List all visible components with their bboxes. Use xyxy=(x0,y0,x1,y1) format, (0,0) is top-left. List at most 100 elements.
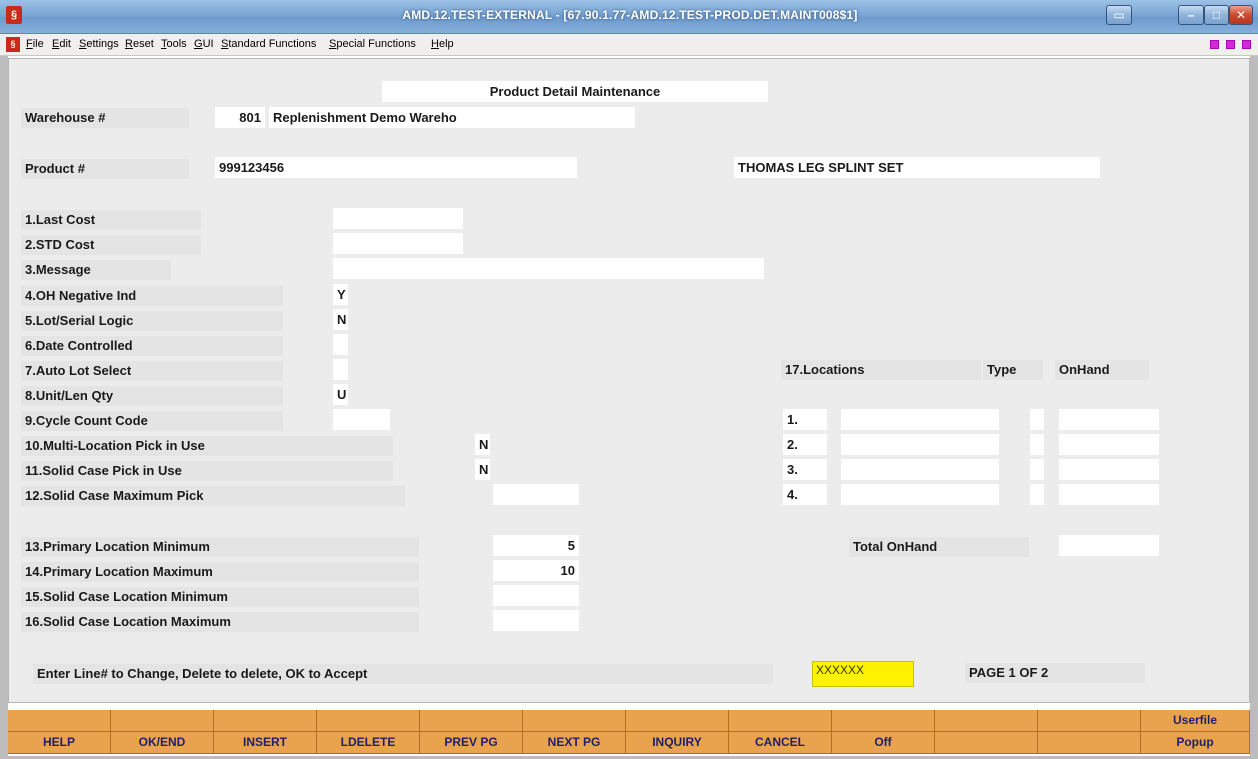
command-input[interactable]: XXXXXX xyxy=(812,661,914,687)
location-row-number: 1. xyxy=(783,409,827,430)
solid-case-max-pick-field[interactable] xyxy=(493,484,579,505)
field-label-primary-location-max: 14.Primary Location Maximum xyxy=(21,562,419,582)
help-button[interactable]: HELP xyxy=(8,732,111,754)
menu-logo-icon[interactable]: § xyxy=(6,37,20,52)
menu-file[interactable]: File xyxy=(26,38,44,50)
field-label-lot-serial-logic: 5.Lot/Serial Logic xyxy=(21,311,283,331)
cycle-count-code-field[interactable] xyxy=(333,409,390,430)
fkey-top-4[interactable] xyxy=(317,710,420,732)
menu-standard-functions[interactable]: Standard Functions xyxy=(221,38,316,50)
menu-bar: § File Edit Settings Reset Tools GUI Sta… xyxy=(0,34,1258,56)
field-label-oh-negative-ind: 4.OH Negative Ind xyxy=(21,286,283,306)
cancel-button[interactable]: CANCEL xyxy=(729,732,832,754)
insert-button[interactable]: INSERT xyxy=(214,732,317,754)
multi-location-pick-field[interactable]: N xyxy=(475,434,490,455)
primary-location-min-field[interactable]: 5 xyxy=(493,535,579,556)
field-label-cycle-count-code: 9.Cycle Count Code xyxy=(21,411,283,431)
locations-header: 17.Locations xyxy=(781,360,981,380)
field-label-date-controlled: 6.Date Controlled xyxy=(21,336,283,356)
field-label-std-cost: 2.STD Cost xyxy=(21,235,201,255)
window-title: AMD.12.TEST-EXTERNAL - [67.90.1.77-AMD.1… xyxy=(402,8,858,22)
menu-gui[interactable]: GUI xyxy=(194,38,214,50)
field-label-solid-case-location-max: 16.Solid Case Location Maximum xyxy=(21,612,419,632)
last-cost-field[interactable] xyxy=(333,208,463,229)
fkey-top-11[interactable] xyxy=(1038,710,1141,732)
location-type-field[interactable] xyxy=(1030,459,1044,480)
mdi-minimize-button[interactable] xyxy=(1210,40,1219,49)
field-label-solid-case-location-min: 15.Solid Case Location Minimum xyxy=(21,587,419,607)
oh-negative-ind-field[interactable]: Y xyxy=(333,284,348,305)
field-label-solid-case-pick: 11.Solid Case Pick in Use xyxy=(21,461,393,481)
window-frame-right xyxy=(1250,56,1258,759)
fkey-top-1[interactable] xyxy=(8,710,111,732)
fkey-top-3[interactable] xyxy=(214,710,317,732)
fkey-top-6[interactable] xyxy=(523,710,626,732)
window-frame-left xyxy=(0,56,8,759)
location-type-field[interactable] xyxy=(1030,434,1044,455)
popup-button[interactable]: Popup xyxy=(1141,732,1250,754)
product-label: Product # xyxy=(21,159,189,179)
lot-serial-logic-field[interactable]: N xyxy=(333,309,348,330)
off-button[interactable]: Off xyxy=(832,732,935,754)
location-field[interactable] xyxy=(841,484,999,505)
fkey-top-8[interactable] xyxy=(729,710,832,732)
warehouse-number-field[interactable]: 801 xyxy=(215,107,265,128)
fkey-top-5[interactable] xyxy=(420,710,523,732)
fkey-bottom-11[interactable] xyxy=(1038,732,1141,754)
field-label-auto-lot-select: 7.Auto Lot Select xyxy=(21,361,283,381)
userfile-button[interactable]: Userfile xyxy=(1141,710,1250,732)
menu-settings[interactable]: Settings xyxy=(79,38,119,50)
primary-location-max-field[interactable]: 10 xyxy=(493,560,579,581)
location-type-field[interactable] xyxy=(1030,409,1044,430)
location-field[interactable] xyxy=(841,434,999,455)
location-type-field[interactable] xyxy=(1030,484,1044,505)
close-button[interactable]: ✕ xyxy=(1229,5,1253,25)
fkey-top-9[interactable] xyxy=(832,710,935,732)
date-controlled-field[interactable] xyxy=(333,334,348,355)
unit-len-qty-field[interactable]: U xyxy=(333,384,348,405)
app-logo-icon[interactable]: § xyxy=(6,6,22,24)
ok-end-button[interactable]: OK/END xyxy=(111,732,214,754)
minimize-button[interactable]: – xyxy=(1178,5,1204,25)
message-field[interactable] xyxy=(333,258,764,279)
solid-case-location-min-field[interactable] xyxy=(493,585,579,606)
std-cost-field[interactable] xyxy=(333,233,463,254)
location-onhand-field xyxy=(1059,434,1159,455)
fkey-top-7[interactable] xyxy=(626,710,729,732)
fkey-top-2[interactable] xyxy=(111,710,214,732)
fkey-bottom-10[interactable] xyxy=(935,732,1038,754)
menu-reset[interactable]: Reset xyxy=(125,38,154,50)
product-detail-form: Product Detail Maintenance Warehouse # 8… xyxy=(8,58,1250,703)
maximize-button[interactable]: □ xyxy=(1204,5,1229,25)
location-field[interactable] xyxy=(841,459,999,480)
prev-page-button[interactable]: PREV PG xyxy=(420,732,523,754)
location-field[interactable] xyxy=(841,409,999,430)
next-page-button[interactable]: NEXT PG xyxy=(523,732,626,754)
field-label-last-cost: 1.Last Cost xyxy=(21,210,201,230)
locations-type-header: Type xyxy=(983,360,1043,380)
mdi-restore-button[interactable] xyxy=(1226,40,1235,49)
solid-case-location-max-field[interactable] xyxy=(493,610,579,631)
extra-window-button[interactable]: ▭ xyxy=(1106,5,1132,25)
mdi-close-button[interactable] xyxy=(1242,40,1251,49)
warehouse-label: Warehouse # xyxy=(21,108,189,128)
field-label-message: 3.Message xyxy=(21,260,171,280)
location-row-number: 2. xyxy=(783,434,827,455)
location-onhand-field xyxy=(1059,459,1159,480)
menu-help[interactable]: Help xyxy=(431,38,454,50)
total-onhand-field xyxy=(1059,535,1159,556)
inquiry-button[interactable]: INQUIRY xyxy=(626,732,729,754)
window-title-bar[interactable]: § AMD.12.TEST-EXTERNAL - [67.90.1.77-AMD… xyxy=(0,0,1258,34)
product-number-field[interactable]: 999123456 xyxy=(215,157,577,178)
solid-case-pick-field[interactable]: N xyxy=(475,459,490,480)
ldelete-button[interactable]: LDELETE xyxy=(317,732,420,754)
field-label-unit-len-qty: 8.Unit/Len Qty xyxy=(21,386,283,406)
menu-special-functions[interactable]: Special Functions xyxy=(329,38,416,50)
fkey-top-10[interactable] xyxy=(935,710,1038,732)
location-onhand-field xyxy=(1059,484,1159,505)
auto-lot-select-field[interactable] xyxy=(333,359,348,380)
command-prompt: Enter Line# to Change, Delete to delete,… xyxy=(33,664,773,684)
menu-tools[interactable]: Tools xyxy=(161,38,187,50)
field-label-primary-location-min: 13.Primary Location Minimum xyxy=(21,537,419,557)
menu-edit[interactable]: Edit xyxy=(52,38,71,50)
